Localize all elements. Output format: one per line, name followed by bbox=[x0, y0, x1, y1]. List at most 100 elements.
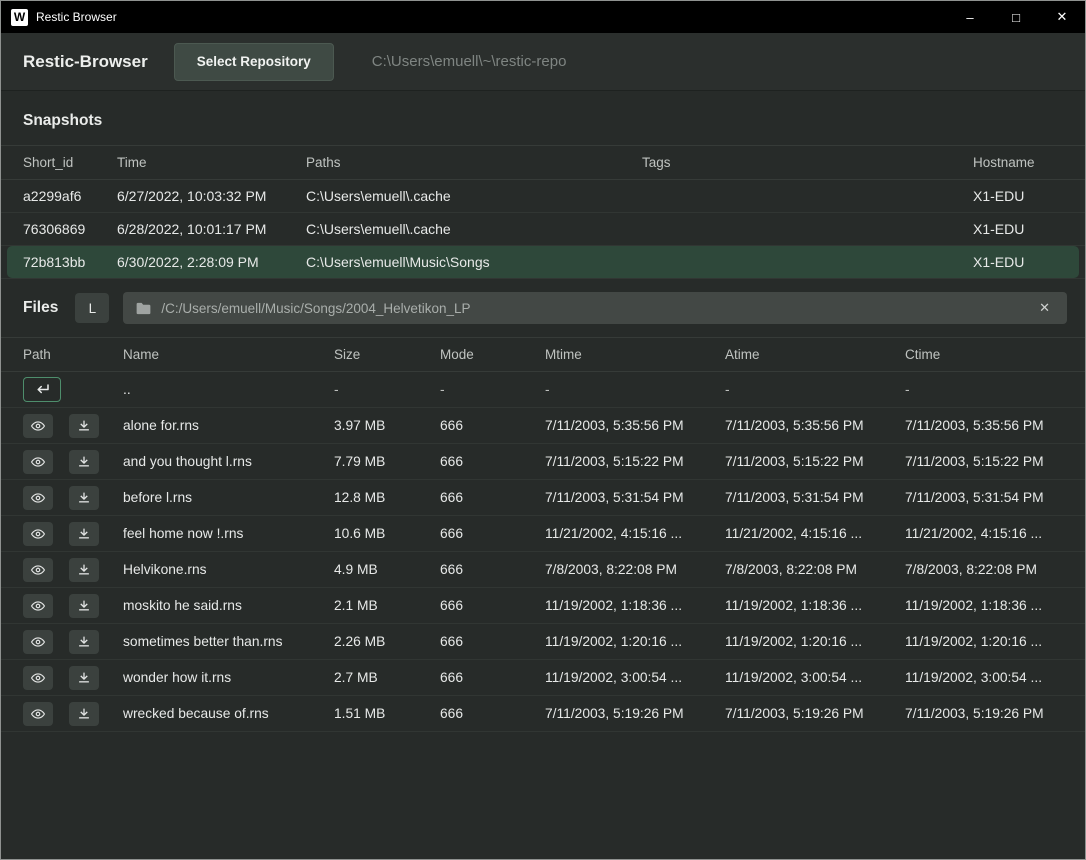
file-name: and you thought l.rns bbox=[123, 454, 334, 469]
download-button[interactable] bbox=[69, 630, 99, 654]
download-icon bbox=[77, 599, 91, 612]
snapshots-section-title: Snapshots bbox=[1, 91, 1085, 145]
file-row: and you thought l.rns 7.79 MB 666 7/11/2… bbox=[1, 444, 1085, 480]
snapshot-hostname: X1-EDU bbox=[973, 188, 1063, 204]
download-button[interactable] bbox=[69, 414, 99, 438]
eye-icon bbox=[30, 635, 46, 649]
preview-button[interactable] bbox=[23, 594, 53, 618]
file-ctime: 7/11/2003, 5:31:54 PM bbox=[905, 490, 1063, 505]
preview-button[interactable] bbox=[23, 522, 53, 546]
preview-button[interactable] bbox=[23, 486, 53, 510]
file-size: 12.8 MB bbox=[334, 490, 440, 505]
file-size: 3.97 MB bbox=[334, 418, 440, 433]
titlebar: W Restic Browser – □ ✕ bbox=[1, 1, 1085, 33]
breadcrumb-path: /C:/Users/emuell/Music/Songs/2004_Helvet… bbox=[161, 301, 1035, 316]
select-repository-button[interactable]: Select Repository bbox=[174, 43, 334, 81]
file-size: 2.7 MB bbox=[334, 670, 440, 685]
file-atime: 7/11/2003, 5:19:26 PM bbox=[725, 706, 905, 721]
file-mtime: 11/21/2002, 4:15:16 ... bbox=[545, 526, 725, 541]
snapshot-row[interactable]: 76306869 6/28/2022, 10:01:17 PM C:\Users… bbox=[1, 213, 1085, 246]
download-button[interactable] bbox=[69, 702, 99, 726]
file-atime: 7/8/2003, 8:22:08 PM bbox=[725, 562, 905, 577]
snapshot-time: 6/30/2022, 2:28:09 PM bbox=[117, 254, 306, 270]
column-header-size: Size bbox=[334, 347, 440, 362]
file-name: Helvikone.rns bbox=[123, 562, 334, 577]
download-button[interactable] bbox=[69, 522, 99, 546]
breadcrumb[interactable]: /C:/Users/emuell/Music/Songs/2004_Helvet… bbox=[123, 292, 1067, 324]
eye-icon bbox=[30, 599, 46, 613]
column-header-name: Name bbox=[123, 347, 334, 362]
file-mtime: 7/11/2003, 5:35:56 PM bbox=[545, 418, 725, 433]
preview-button[interactable] bbox=[23, 666, 53, 690]
file-mtime: 11/19/2002, 3:00:54 ... bbox=[545, 670, 725, 685]
file-mtime: 11/19/2002, 1:18:36 ... bbox=[545, 598, 725, 613]
eye-icon bbox=[30, 707, 46, 721]
file-name: moskito he said.rns bbox=[123, 598, 334, 613]
download-icon bbox=[77, 527, 91, 540]
snapshot-paths: C:\Users\emuell\.cache bbox=[306, 188, 642, 204]
minimize-icon[interactable]: – bbox=[947, 1, 993, 33]
snapshot-row[interactable]: a2299af6 6/27/2022, 10:03:32 PM C:\Users… bbox=[1, 180, 1085, 213]
parent-directory-row: .. - - - - - bbox=[1, 372, 1085, 408]
file-row: moskito he said.rns 2.1 MB 666 11/19/200… bbox=[1, 588, 1085, 624]
snapshot-hostname: X1-EDU bbox=[973, 254, 1063, 270]
download-button[interactable] bbox=[69, 666, 99, 690]
file-atime: 7/11/2003, 5:15:22 PM bbox=[725, 454, 905, 469]
file-atime: 7/11/2003, 5:31:54 PM bbox=[725, 490, 905, 505]
snapshot-time: 6/27/2022, 10:03:32 PM bbox=[117, 188, 306, 204]
preview-button[interactable] bbox=[23, 450, 53, 474]
eye-icon bbox=[30, 491, 46, 505]
snapshot-hostname: X1-EDU bbox=[973, 221, 1063, 237]
file-atime: 11/19/2002, 1:20:16 ... bbox=[725, 634, 905, 649]
file-name: wrecked because of.rns bbox=[123, 706, 334, 721]
eye-icon bbox=[30, 455, 46, 469]
file-mode: 666 bbox=[440, 526, 545, 541]
download-icon bbox=[77, 707, 91, 720]
close-icon[interactable]: ✕ bbox=[1039, 1, 1085, 33]
clear-path-icon[interactable]: ✕ bbox=[1035, 298, 1054, 318]
preview-button[interactable] bbox=[23, 630, 53, 654]
file-mode: 666 bbox=[440, 562, 545, 577]
file-mtime: 7/8/2003, 8:22:08 PM bbox=[545, 562, 725, 577]
file-size: 1.51 MB bbox=[334, 706, 440, 721]
window-controls: – □ ✕ bbox=[947, 1, 1085, 33]
file-mtime: - bbox=[545, 382, 725, 397]
download-button[interactable] bbox=[69, 486, 99, 510]
folder-icon bbox=[136, 302, 151, 315]
snapshot-short-id: 76306869 bbox=[23, 221, 117, 237]
snapshot-row-selected[interactable]: 72b813bb 6/30/2022, 2:28:09 PM C:\Users\… bbox=[1, 246, 1085, 279]
go-up-button[interactable] bbox=[23, 377, 61, 402]
file-ctime: 7/11/2003, 5:15:22 PM bbox=[905, 454, 1063, 469]
snapshot-short-id: 72b813bb bbox=[23, 254, 117, 270]
preview-button[interactable] bbox=[23, 558, 53, 582]
maximize-icon[interactable]: □ bbox=[993, 1, 1039, 33]
column-header-paths: Paths bbox=[306, 155, 642, 170]
file-row: Helvikone.rns 4.9 MB 666 7/8/2003, 8:22:… bbox=[1, 552, 1085, 588]
preview-button[interactable] bbox=[23, 414, 53, 438]
file-name: sometimes better than.rns bbox=[123, 634, 334, 649]
file-mode: - bbox=[440, 382, 545, 397]
file-ctime: 7/8/2003, 8:22:08 PM bbox=[905, 562, 1063, 577]
column-header-mode: Mode bbox=[440, 347, 545, 362]
file-mode: 666 bbox=[440, 454, 545, 469]
window-title: Restic Browser bbox=[36, 10, 117, 24]
file-ctime: 7/11/2003, 5:19:26 PM bbox=[905, 706, 1063, 721]
preview-button[interactable] bbox=[23, 702, 53, 726]
list-mode-button[interactable]: L bbox=[75, 293, 109, 323]
download-button[interactable] bbox=[69, 450, 99, 474]
file-atime: 11/21/2002, 4:15:16 ... bbox=[725, 526, 905, 541]
file-mode: 666 bbox=[440, 598, 545, 613]
file-row: feel home now !.rns 10.6 MB 666 11/21/20… bbox=[1, 516, 1085, 552]
file-atime: 7/11/2003, 5:35:56 PM bbox=[725, 418, 905, 433]
files-table-header: Path Name Size Mode Mtime Atime Ctime bbox=[1, 337, 1085, 372]
download-button[interactable] bbox=[69, 594, 99, 618]
file-mtime: 7/11/2003, 5:31:54 PM bbox=[545, 490, 725, 505]
column-header-path: Path bbox=[23, 347, 123, 362]
download-icon bbox=[77, 635, 91, 648]
file-mode: 666 bbox=[440, 634, 545, 649]
download-icon bbox=[77, 419, 91, 432]
download-button[interactable] bbox=[69, 558, 99, 582]
download-icon bbox=[77, 671, 91, 684]
column-header-hostname: Hostname bbox=[973, 155, 1063, 170]
download-icon bbox=[77, 455, 91, 468]
